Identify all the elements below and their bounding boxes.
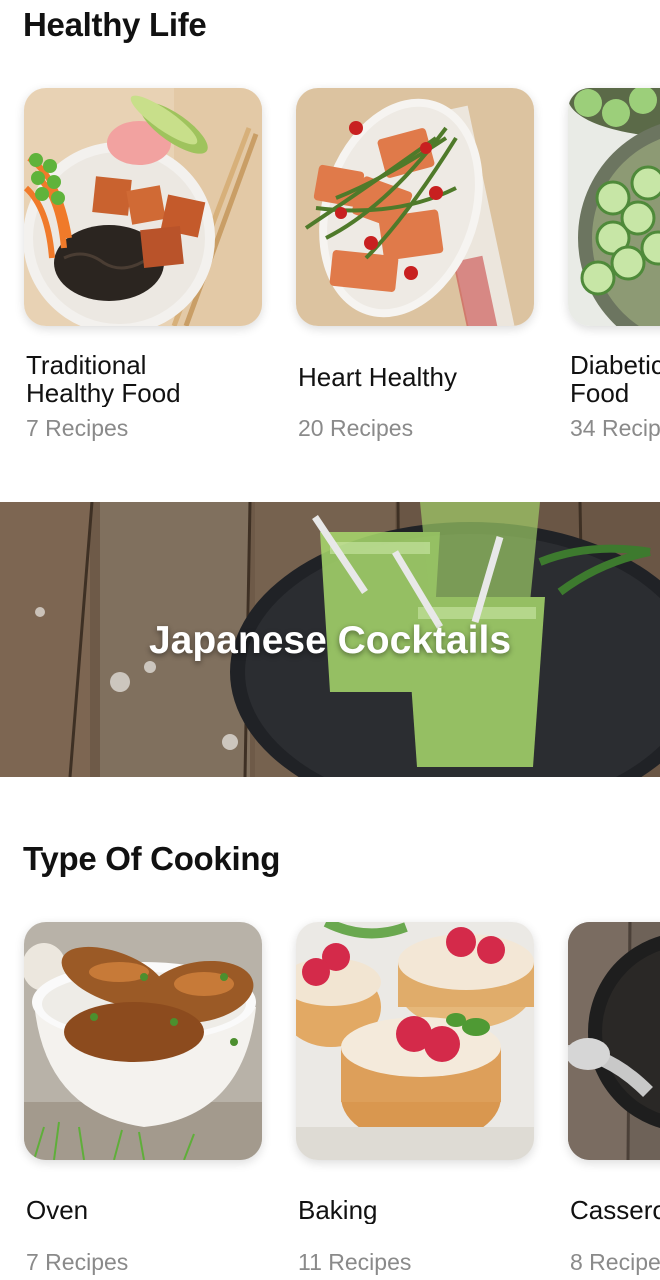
- card-image-roasted-chicken: [24, 922, 262, 1160]
- card-image-tofu-bowl: [24, 88, 262, 326]
- card-recipe-count: 34 Recipes: [570, 415, 660, 441]
- card-image-casserole-pan: [568, 922, 660, 1160]
- category-card-oven[interactable]: Oven 7 Recipes: [24, 922, 262, 1275]
- category-card-diabetic-food[interactable]: Diabetic Food 34 Recipes: [568, 88, 660, 441]
- card-recipe-count: 11 Recipes: [298, 1249, 412, 1275]
- category-card-heart-healthy[interactable]: Heart Healthy 20 Recipes: [296, 88, 534, 441]
- card-image-raspberry-cakes: [296, 922, 534, 1160]
- banner-title: Japanese Cocktails: [148, 618, 512, 662]
- card-image-salmon-platter: [296, 88, 534, 326]
- card-image-cucumber-salad: [568, 88, 660, 326]
- category-card-traditional-healthy-food[interactable]: Traditional Healthy Food 7 Recipes: [24, 88, 262, 441]
- section-title-type-of-cooking: Type Of Cooking: [23, 840, 281, 877]
- featured-banner-japanese-cocktails[interactable]: Japanese Cocktails: [0, 502, 660, 777]
- card-title: Traditional Healthy Food: [26, 351, 181, 407]
- section-title-healthy-life: Healthy Life: [23, 6, 207, 43]
- type-of-cooking-carousel[interactable]: Oven 7 Recipes Baking 11 Recipes Cassero…: [0, 922, 660, 1280]
- healthy-life-carousel[interactable]: Traditional Healthy Food 7 Recipes Heart…: [0, 88, 660, 448]
- card-recipe-count: 20 Recipes: [298, 415, 414, 441]
- card-title: Casserole: [570, 1196, 660, 1224]
- category-card-casserole[interactable]: Casserole 8 Recipes: [568, 922, 660, 1275]
- card-recipe-count: 7 Recipes: [26, 415, 129, 441]
- card-title: Oven: [26, 1196, 89, 1224]
- card-title: Baking: [298, 1196, 378, 1224]
- card-recipe-count: 8 Recipes: [570, 1249, 660, 1275]
- category-card-baking[interactable]: Baking 11 Recipes: [296, 922, 534, 1275]
- card-recipe-count: 7 Recipes: [26, 1249, 129, 1275]
- recipe-categories-screen: Healthy Life Traditional Healthy Food 7 …: [0, 0, 660, 1280]
- card-title: Heart Healthy: [298, 363, 457, 391]
- card-title: Diabetic Food: [570, 351, 660, 407]
